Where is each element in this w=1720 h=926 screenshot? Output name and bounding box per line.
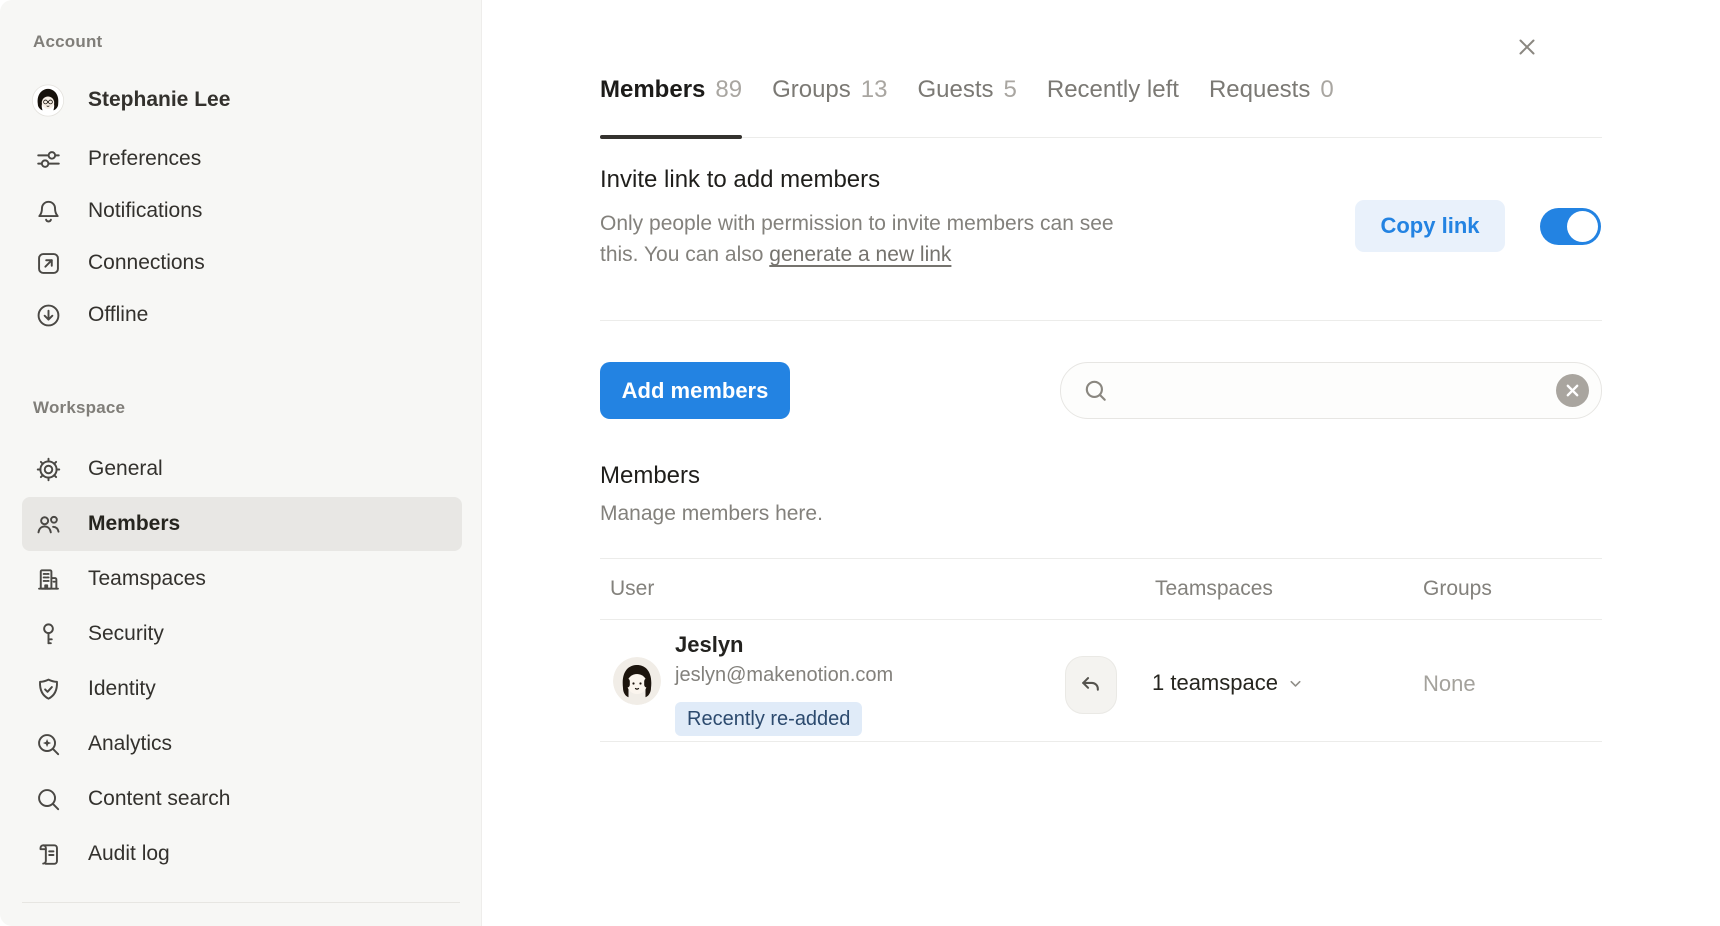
- column-header-groups: Groups: [1423, 577, 1492, 601]
- sidebar-item-general[interactable]: General: [22, 442, 462, 496]
- tab-label: Recently left: [1047, 76, 1179, 104]
- tab-count: 13: [861, 76, 888, 104]
- sidebar-item-offline[interactable]: Offline: [22, 288, 462, 342]
- key-icon: [32, 618, 64, 650]
- close-icon[interactable]: [1508, 28, 1546, 66]
- sidebar-item-content-search[interactable]: Content search: [22, 772, 462, 826]
- people-icon: [32, 508, 64, 540]
- section-divider: [600, 320, 1602, 321]
- toggle-knob: [1567, 211, 1598, 242]
- sidebar-item-label: Security: [88, 622, 164, 646]
- member-search: [1060, 362, 1602, 419]
- bell-icon: [32, 195, 64, 227]
- tab-requests[interactable]: Requests 0: [1209, 76, 1334, 137]
- invite-link-toggle[interactable]: [1540, 208, 1601, 245]
- generate-new-link[interactable]: generate a new link: [769, 243, 951, 266]
- tab-label: Groups: [772, 76, 851, 104]
- invite-link-description: Only people with permission to invite me…: [600, 208, 1120, 270]
- shield-check-icon: [32, 673, 64, 705]
- members-table-header: User Teamspaces Groups: [600, 558, 1602, 620]
- members-section-title: Members: [600, 462, 700, 490]
- tab-count: 0: [1320, 76, 1333, 104]
- members-section-subtitle: Manage members here.: [600, 502, 823, 526]
- invite-link-title: Invite link to add members: [600, 166, 880, 194]
- undo-icon[interactable]: [1065, 656, 1117, 714]
- sidebar-item-security[interactable]: Security: [22, 607, 462, 661]
- copy-link-button[interactable]: Copy link: [1355, 200, 1505, 252]
- add-members-button[interactable]: Add members: [600, 362, 790, 419]
- tab-label: Guests: [917, 76, 993, 104]
- sliders-icon: [32, 143, 64, 175]
- sidebar-item-analytics[interactable]: Analytics: [22, 717, 462, 771]
- sidebar-item-identity[interactable]: Identity: [22, 662, 462, 716]
- sidebar-item-label: Analytics: [88, 732, 172, 756]
- settings-sidebar: Account Stephanie Lee Preferences Notifi…: [0, 0, 482, 926]
- tab-count: 89: [715, 76, 742, 104]
- chevron-down-icon: [1287, 675, 1304, 692]
- sidebar-item-label: Members: [88, 512, 180, 536]
- sidebar-item-preferences[interactable]: Preferences: [22, 132, 462, 186]
- column-header-user: User: [610, 577, 654, 601]
- search-icon: [1082, 377, 1109, 404]
- workspace-section-label: Workspace: [33, 398, 125, 418]
- clear-search-icon[interactable]: [1556, 374, 1589, 407]
- sidebar-item-label: Stephanie Lee: [88, 88, 230, 112]
- sidebar-item-label: Identity: [88, 677, 156, 701]
- tab-count: 5: [1004, 76, 1017, 104]
- magnifier-icon: [32, 783, 64, 815]
- sidebar-item-teamspaces[interactable]: Teamspaces: [22, 552, 462, 606]
- member-name: Jeslyn: [675, 632, 744, 658]
- sidebar-item-label: Audit log: [88, 842, 170, 866]
- member-avatar: [613, 657, 661, 705]
- sidebar-item-label: General: [88, 457, 163, 481]
- sidebar-item-label: Content search: [88, 787, 230, 811]
- table-row: Jeslyn jeslyn@makenotion.com Recently re…: [600, 620, 1602, 742]
- account-section-label: Account: [33, 32, 102, 52]
- status-badge: Recently re-added: [675, 702, 862, 736]
- scroll-icon: [32, 838, 64, 870]
- members-tab-bar: Members 89 Groups 13 Guests 5 Recently left…: [600, 76, 1602, 138]
- settings-dialog: Account Stephanie Lee Preferences Notifi…: [0, 0, 1720, 926]
- user-avatar: [32, 84, 64, 116]
- sidebar-item-label: Notifications: [88, 199, 202, 223]
- magnifier-star-icon: [32, 728, 64, 760]
- sidebar-item-label: Teamspaces: [88, 567, 206, 591]
- sidebar-item-connections[interactable]: Connections: [22, 236, 462, 290]
- teamspaces-value: 1 teamspace: [1152, 670, 1278, 696]
- tab-guests[interactable]: Guests 5: [917, 76, 1016, 137]
- tab-recently-left[interactable]: Recently left: [1047, 76, 1179, 137]
- tab-label: Members: [600, 76, 705, 104]
- column-header-teamspaces: Teamspaces: [1155, 577, 1273, 601]
- tab-label: Requests: [1209, 76, 1310, 104]
- sidebar-item-label: Preferences: [88, 147, 201, 171]
- groups-value: None: [1423, 671, 1476, 697]
- download-circle-icon: [32, 299, 64, 331]
- sidebar-item-audit-log[interactable]: Audit log: [22, 827, 462, 881]
- sidebar-item-label: Connections: [88, 251, 205, 275]
- search-input[interactable]: [1117, 370, 1548, 412]
- building-icon: [32, 563, 64, 595]
- sidebar-item-notifications[interactable]: Notifications: [22, 184, 462, 238]
- tab-members[interactable]: Members 89: [600, 76, 742, 137]
- gear-icon: [32, 453, 64, 485]
- sidebar-item-members[interactable]: Members: [22, 497, 462, 551]
- member-email: jeslyn@makenotion.com: [675, 664, 893, 687]
- external-link-icon: [32, 247, 64, 279]
- sidebar-item-label: Offline: [88, 303, 148, 327]
- sidebar-item-account-profile[interactable]: Stephanie Lee: [22, 73, 462, 127]
- teamspaces-dropdown[interactable]: 1 teamspace: [1152, 670, 1304, 696]
- tab-groups[interactable]: Groups 13: [772, 76, 887, 137]
- sidebar-divider: [22, 902, 460, 903]
